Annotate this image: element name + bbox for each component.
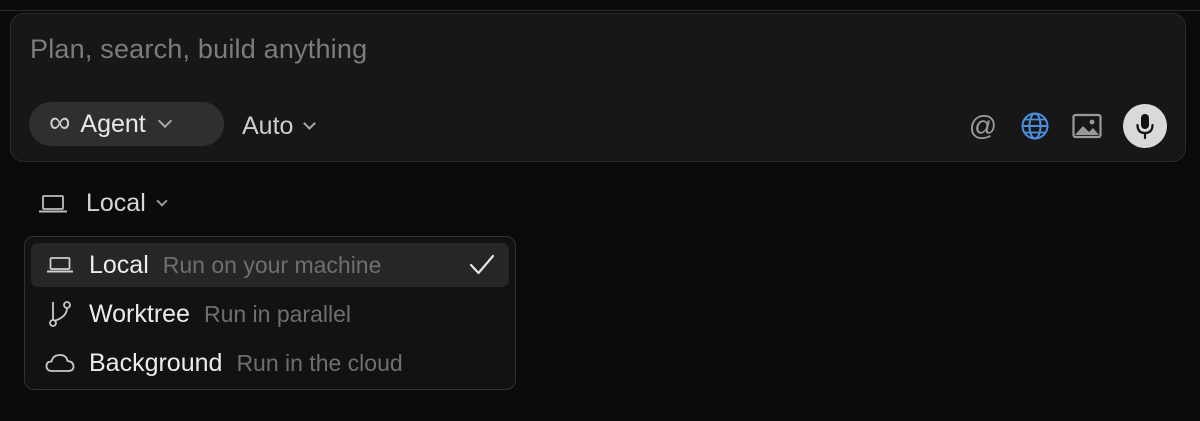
menu-item-label: Worktree <box>89 299 190 328</box>
infinity-icon: ∞ <box>49 105 71 139</box>
menu-item-worktree[interactable]: Worktree Run in parallel <box>31 292 509 336</box>
top-divider <box>0 0 1200 11</box>
chevron-down-icon <box>303 117 317 130</box>
laptop-icon <box>45 250 75 280</box>
checkmark-icon <box>469 253 495 282</box>
menu-item-label: Local <box>89 250 149 279</box>
agent-mode-button[interactable]: ∞ Agent <box>29 102 224 146</box>
model-select-label: Auto <box>242 112 294 140</box>
attach-image-button[interactable] <box>1067 106 1107 146</box>
prompt-composer[interactable]: Plan, search, build anything ∞ Agent Aut… <box>10 13 1186 162</box>
menu-item-local[interactable]: Local Run on your machine <box>31 243 509 287</box>
composer-toolbar: @ <box>951 104 1167 148</box>
agent-mode-label: Agent <box>80 109 146 138</box>
cloud-icon <box>45 348 75 378</box>
menu-item-description: Run in parallel <box>203 300 351 327</box>
mention-button[interactable]: @ <box>963 106 1003 146</box>
environment-select-label: Local <box>86 189 146 217</box>
model-select[interactable]: Auto <box>242 112 317 141</box>
menu-item-label: Background <box>89 348 223 377</box>
git-branch-icon <box>45 299 75 329</box>
image-icon <box>1072 113 1102 139</box>
menu-item-description: Run in the cloud <box>236 349 403 376</box>
globe-icon <box>1021 112 1049 140</box>
menu-item-background[interactable]: Background Run in the cloud <box>31 341 509 385</box>
chevron-down-icon <box>156 194 168 207</box>
web-search-button[interactable] <box>1015 106 1055 146</box>
environment-select[interactable]: Local <box>38 189 168 218</box>
menu-item-description: Run on your machine <box>162 251 382 278</box>
microphone-icon <box>1136 114 1154 140</box>
prompt-input[interactable]: Plan, search, build anything <box>30 34 367 65</box>
chevron-down-icon <box>157 113 172 129</box>
voice-input-button[interactable] <box>1123 104 1167 148</box>
laptop-icon <box>39 194 67 212</box>
environment-menu: Local Run on your machine Worktree Run i… <box>24 236 516 390</box>
at-icon: @ <box>968 110 998 141</box>
